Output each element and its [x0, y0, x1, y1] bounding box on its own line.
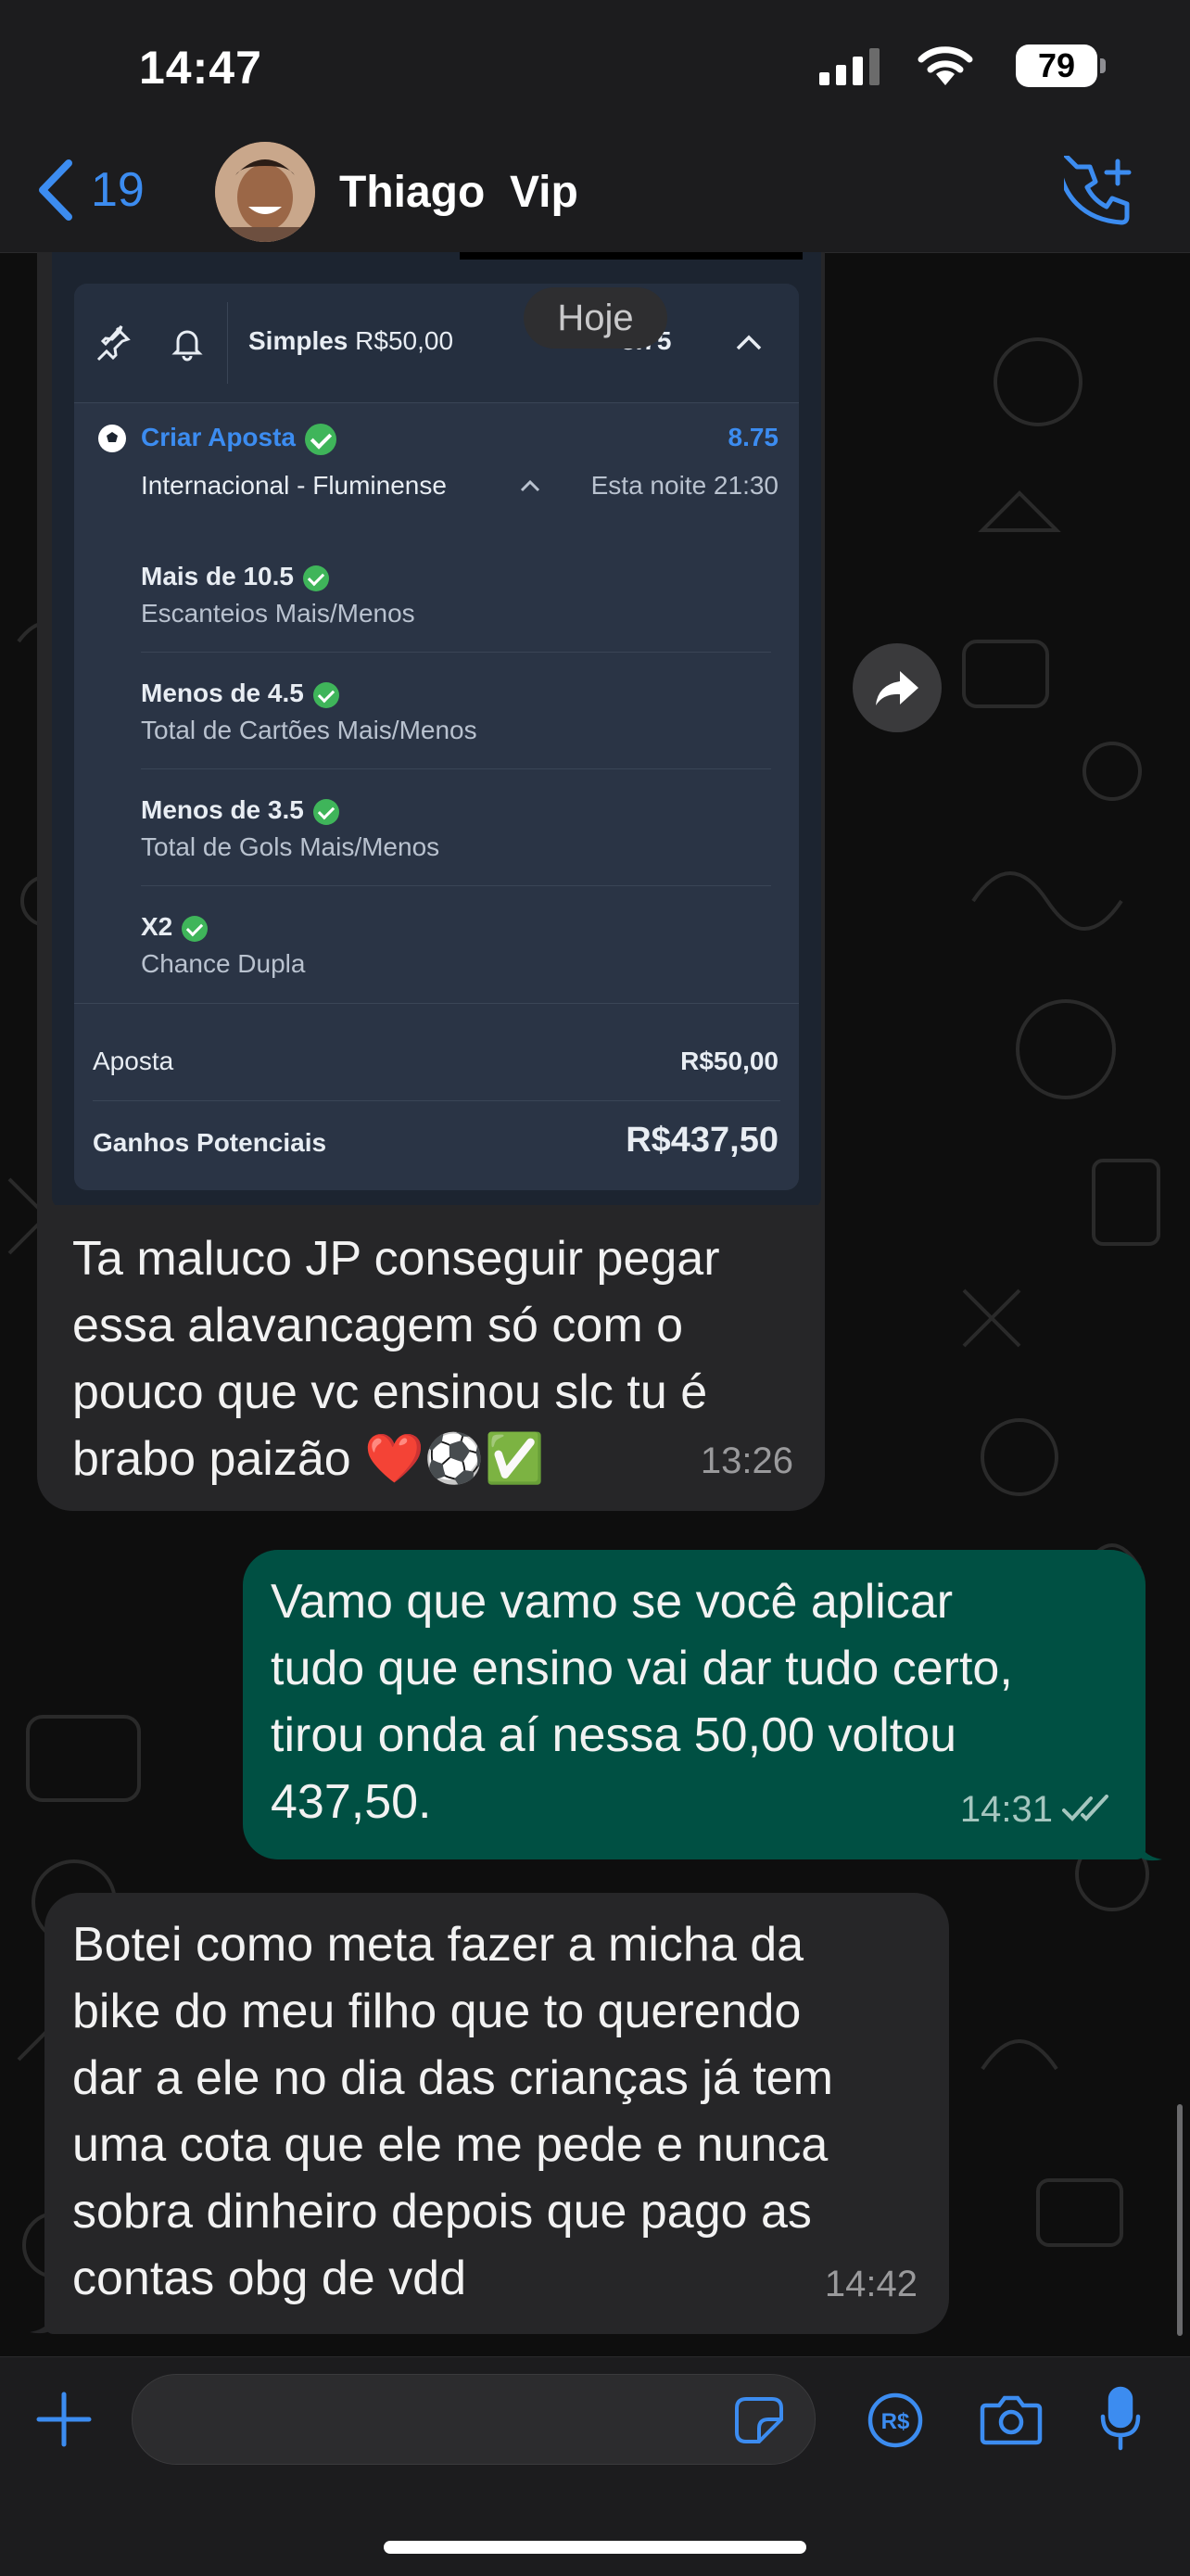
- chevron-up-small-icon: [520, 479, 540, 492]
- stake-label: Aposta: [93, 1047, 174, 1075]
- cellular-signal-icon: [819, 48, 880, 85]
- message-time: 14:42: [824, 2264, 918, 2304]
- selection-title: Menos de 3.5: [141, 795, 339, 825]
- selection-divider: [141, 652, 771, 653]
- match-time: Esta noite 21:30: [590, 471, 779, 500]
- message-text: Botei como meta fazer a micha da bike do…: [72, 1918, 833, 2305]
- bet-type: Simples: [248, 326, 348, 355]
- plus-icon[interactable]: [35, 2391, 93, 2448]
- input-bar: R$: [0, 2356, 1190, 2576]
- forward-arrow-icon: [876, 671, 918, 705]
- bell-icon: [171, 330, 203, 362]
- check-icon: [182, 915, 209, 942]
- forward-button[interactable]: [853, 643, 942, 732]
- double-check-icon: [1062, 1795, 1108, 1821]
- bet-type-row: Simples R$50,00: [248, 326, 453, 356]
- camera-icon[interactable]: [979, 2392, 1044, 2448]
- contact-name[interactable]: Thiago Vip: [339, 167, 578, 218]
- bubble-tail: [30, 2308, 56, 2334]
- message-bubble[interactable]: Botei como meta fazer a micha da bike do…: [44, 1893, 949, 2334]
- selection-market: Escanteios Mais/Menos: [141, 599, 415, 628]
- pix-payment-icon[interactable]: R$: [866, 2391, 925, 2450]
- wifi-icon: [918, 46, 973, 85]
- battery-indicator: 79: [1016, 44, 1097, 87]
- message-input[interactable]: [132, 2374, 816, 2465]
- message-meta: 14:31: [960, 1776, 1114, 1843]
- returns-label: Ganhos Potenciais: [93, 1128, 327, 1157]
- chevron-up-icon: [736, 335, 762, 350]
- message-meta: 14:42: [825, 2251, 918, 2317]
- status-time: 14:47: [139, 42, 262, 94]
- message-text: Vamo que vamo se você aplicar tudo que e…: [271, 1575, 1013, 1829]
- bet-slip-screenshot[interactable]: Simples R$50,00 8.75 Criar Aposta 8.75 I…: [52, 252, 821, 1210]
- phone-plus-icon: [1056, 151, 1132, 225]
- date-pill: Hoje: [524, 287, 667, 349]
- selection-market: Chance Dupla: [141, 949, 306, 978]
- total-odds: 8.75: [728, 423, 779, 451]
- bet-builder-label: Criar Aposta: [141, 423, 297, 451]
- header-divider: [227, 302, 228, 384]
- sticker-icon[interactable]: [733, 2395, 785, 2443]
- bubble-tail: [1136, 1835, 1162, 1861]
- selection-title: Mais de 10.5: [141, 562, 329, 591]
- selection-divider: [141, 768, 771, 769]
- home-indicator[interactable]: [384, 2541, 806, 2554]
- top-bar: 14:47 79 19 Thiago Vip: [0, 0, 1190, 253]
- message-meta: 13:26: [701, 1428, 793, 1494]
- returns-value: R$437,50: [626, 1121, 779, 1160]
- add-call-button[interactable]: [1056, 151, 1138, 230]
- message-bubble[interactable]: Vamo que vamo se você aplicar tudo que e…: [243, 1550, 1146, 1859]
- unread-count: 19: [91, 163, 145, 217]
- chevron-left-icon: [39, 159, 72, 221]
- match-name: Internacional - Fluminense: [141, 471, 447, 500]
- totals-divider: [93, 1100, 780, 1101]
- check-icon: [302, 565, 329, 591]
- svg-text:R$: R$: [881, 2409, 910, 2434]
- message-bubble[interactable]: Ta maluco JP conseguir pegar essa alavan…: [37, 1205, 825, 1511]
- soccer-ball-icon: [98, 425, 126, 452]
- selection-title: Menos de 4.5: [141, 679, 339, 708]
- selection-market: Total de Gols Mais/Menos: [141, 832, 440, 861]
- bet-card: Simples R$50,00 8.75 Criar Aposta 8.75 I…: [74, 284, 799, 1190]
- bet-type-amount: R$50,00: [355, 326, 454, 355]
- bet-totals: Aposta R$50,00 Ganhos Potenciais R$437,5…: [74, 1003, 799, 1190]
- bet-card-header: Simples R$50,00 8.75: [74, 284, 799, 403]
- contact-avatar[interactable]: [215, 142, 315, 242]
- message-time: 13:26: [700, 1440, 793, 1481]
- stake-value: R$50,00: [680, 1047, 779, 1075]
- scrollbar[interactable]: [1177, 2104, 1183, 2336]
- image-crop-edge: [460, 252, 803, 260]
- bet-builder-row: Criar Aposta: [141, 423, 337, 455]
- check-icon: [312, 798, 339, 825]
- back-button[interactable]: 19: [35, 158, 145, 222]
- message-text: Ta maluco JP conseguir pegar essa alavan…: [72, 1232, 720, 1486]
- pin-icon: [96, 324, 131, 362]
- message-time: 14:31: [959, 1789, 1053, 1830]
- battery-tip: [1100, 58, 1106, 73]
- selection-market: Total de Cartões Mais/Menos: [141, 716, 477, 744]
- check-icon: [305, 423, 337, 455]
- status-icons: 79: [819, 44, 1106, 95]
- check-icon: [312, 681, 339, 708]
- microphone-icon[interactable]: [1097, 2385, 1144, 2454]
- selection-title: X2: [141, 912, 209, 942]
- selection-divider: [141, 885, 771, 886]
